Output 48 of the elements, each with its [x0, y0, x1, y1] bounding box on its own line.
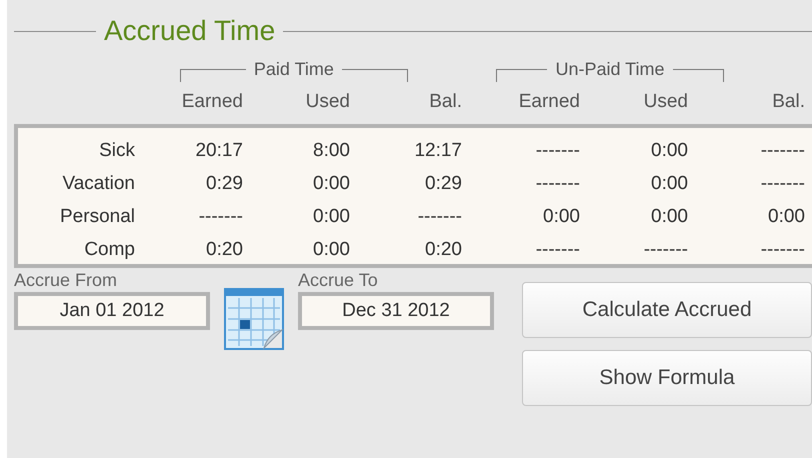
table-cell-text: 20:17 [194, 140, 243, 162]
column-heading: Used [304, 90, 350, 114]
table-cell-text: 0:00 [312, 172, 350, 194]
bracket-line [342, 69, 408, 82]
table-cell-text: ------- [760, 238, 805, 260]
table-cell-text: 0:00 [650, 172, 688, 194]
column-heading: Bal. [428, 90, 462, 114]
date-field[interactable]: Dec 31 2012 [298, 292, 494, 330]
column-heading: Bal. [771, 90, 805, 114]
column-group-heading: Un-Paid Time [555, 58, 665, 81]
column-group-heading: Paid Time [254, 58, 334, 81]
table-cell-text: ------- [534, 172, 580, 194]
action-button[interactable]: Calculate Accrued [522, 282, 812, 338]
table-cell-text: ------- [760, 172, 805, 194]
row-label: Comp [83, 238, 135, 260]
field-label: Accrue From [14, 269, 118, 292]
row-label: Personal [59, 206, 135, 228]
row-label: Sick [98, 140, 135, 162]
table-cell-text: ------- [534, 140, 580, 162]
date-field[interactable]: Jan 01 2012 [14, 292, 210, 330]
column-heading: Earned [180, 90, 243, 114]
column-heading: Earned [518, 90, 580, 114]
table-cell-text: 0:00 [767, 206, 805, 228]
table-cell-text: 0:20 [205, 238, 243, 260]
table-cell-text: 0:00 [650, 206, 688, 228]
column-heading: Used [642, 90, 688, 114]
table-cell-text: ------- [534, 238, 580, 260]
bracket-line [180, 69, 246, 82]
field-label: Accrue To [298, 269, 379, 292]
table-cell-text: ------- [416, 206, 462, 228]
calendar-icon[interactable] [224, 288, 284, 350]
table-cell-text: 0:20 [424, 238, 462, 260]
table-cell-text: ------- [198, 206, 243, 228]
row-label: Vacation [61, 172, 135, 194]
table-cell-text: 0:00 [650, 140, 688, 162]
bracket-line [672, 69, 724, 82]
table-cell-text: ------- [760, 140, 805, 162]
table-cell-text: 0:00 [312, 206, 350, 228]
section-title: Accrued Time [104, 14, 276, 48]
table-cell-text: 8:00 [312, 140, 350, 162]
table-cell-text: ------- [642, 238, 688, 260]
table-cell-text: 0:00 [312, 238, 350, 260]
table-cell-text: 0:29 [424, 172, 462, 194]
bracket-line [496, 69, 548, 82]
action-button[interactable]: Show Formula [522, 350, 812, 406]
table-cell-text: 12:17 [413, 140, 462, 162]
table-cell-text: 0:29 [205, 172, 243, 194]
table-cell-text: 0:00 [542, 206, 580, 228]
